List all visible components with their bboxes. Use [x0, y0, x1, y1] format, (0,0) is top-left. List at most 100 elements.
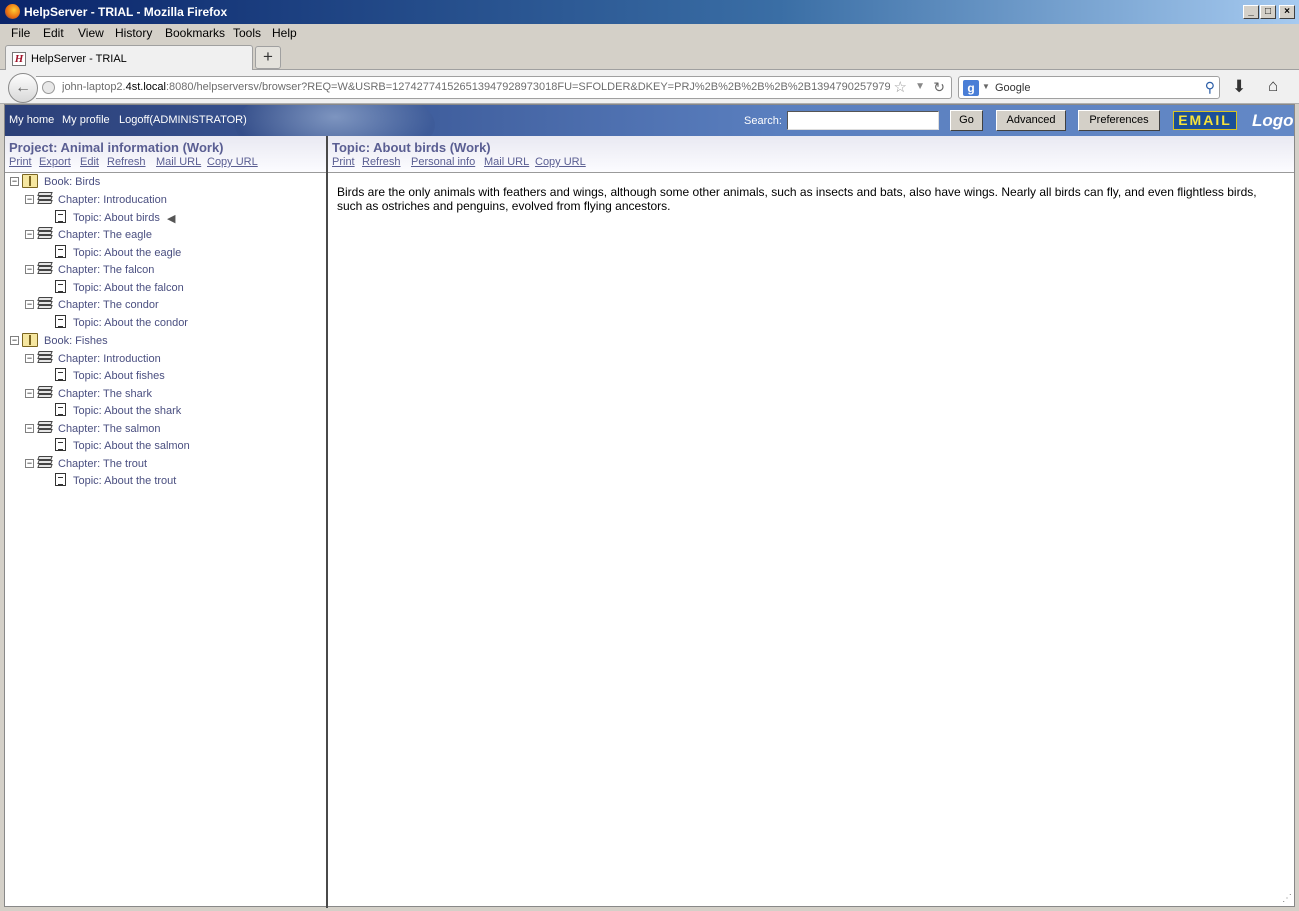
tree-node-topic[interactable]: Topic: About the eagle: [5, 245, 325, 261]
tree-node-label[interactable]: Chapter: The shark: [58, 388, 152, 400]
bookmark-star-icon[interactable]: ☆: [894, 78, 907, 96]
topic-personal-info-link[interactable]: Personal info: [411, 156, 475, 168]
tab-strip: H HelpServer - TRIAL +: [0, 43, 1299, 71]
tree-node-chapter[interactable]: − Chapter: The salmon: [5, 421, 325, 437]
url-dropdown-icon[interactable]: ▼: [915, 81, 925, 92]
tree-node-label[interactable]: Book: Birds: [44, 176, 100, 188]
tree-node-label[interactable]: Chapter: The salmon: [58, 423, 161, 435]
topic-copy-url-link[interactable]: Copy URL: [535, 156, 586, 168]
tree-node-label[interactable]: Topic: About the falcon: [73, 282, 184, 294]
back-button[interactable]: ←: [8, 73, 38, 103]
collapse-toggle-icon[interactable]: −: [25, 354, 34, 363]
tree-node-chapter[interactable]: − Chapter: Introduction: [5, 351, 325, 367]
topic-print-link[interactable]: Print: [332, 156, 355, 168]
tree-node-chapter[interactable]: − Chapter: The trout: [5, 456, 325, 472]
tree-node-label[interactable]: Topic: About the salmon: [73, 440, 190, 452]
collapse-toggle-icon[interactable]: −: [25, 230, 34, 239]
tree-node-label[interactable]: Chapter: Introduction: [58, 353, 161, 365]
menu-view[interactable]: View: [78, 26, 104, 40]
menu-help[interactable]: Help: [272, 26, 297, 40]
engine-dropdown-icon[interactable]: ▼: [982, 82, 990, 91]
reload-icon[interactable]: ↻: [933, 79, 945, 96]
tree-node-topic[interactable]: Topic: About birds ◀: [5, 210, 325, 226]
panel-splitter[interactable]: [326, 136, 328, 908]
close-button[interactable]: ×: [1279, 5, 1295, 19]
menu-tools[interactable]: Tools: [233, 26, 261, 40]
tree-node-topic[interactable]: Topic: About the condor: [5, 315, 325, 331]
tree-node-chapter[interactable]: − Chapter: Introducation: [5, 192, 325, 208]
search-label: Search:: [744, 115, 782, 127]
collapse-toggle-icon[interactable]: −: [25, 389, 34, 398]
tree-node-topic[interactable]: Topic: About the shark: [5, 403, 325, 419]
topic-refresh-link[interactable]: Refresh: [362, 156, 401, 168]
collapse-toggle-icon[interactable]: −: [25, 424, 34, 433]
tree-node-label[interactable]: Chapter: The falcon: [58, 264, 154, 276]
tree-node-topic[interactable]: Topic: About the salmon: [5, 438, 325, 454]
tree-node-label[interactable]: Topic: About fishes: [73, 370, 165, 382]
tree-node-label[interactable]: Chapter: The condor: [58, 299, 159, 311]
menu-history[interactable]: History: [115, 26, 152, 40]
preferences-button[interactable]: Preferences: [1078, 110, 1160, 131]
tree-node-chapter[interactable]: − Chapter: The eagle: [5, 227, 325, 243]
tree-node-label[interactable]: Chapter: The trout: [58, 458, 147, 470]
current-topic-arrow-icon: ◀: [167, 213, 176, 225]
project-mail-url-link[interactable]: Mail URL: [156, 156, 201, 168]
url-bar[interactable]: john-laptop2.4st.local:8080/helpserversv…: [36, 76, 952, 99]
project-copy-url-link[interactable]: Copy URL: [207, 156, 258, 168]
resize-grip-icon[interactable]: ⋰: [1282, 893, 1292, 904]
tree-node-label[interactable]: Topic: About the condor: [73, 317, 188, 329]
tree-node-book[interactable]: − Book: Birds: [5, 174, 325, 190]
tree-node-chapter[interactable]: − Chapter: The shark: [5, 386, 325, 402]
tree-node-label[interactable]: Topic: About birds: [73, 212, 160, 224]
menu-edit[interactable]: Edit: [43, 26, 64, 40]
collapse-toggle-icon[interactable]: −: [25, 265, 34, 274]
new-tab-button[interactable]: +: [255, 46, 281, 69]
tab-helpserver[interactable]: H HelpServer - TRIAL: [5, 45, 253, 71]
tree-node-topic[interactable]: Topic: About the trout: [5, 473, 325, 489]
menu-bookmarks[interactable]: Bookmarks: [165, 26, 225, 40]
collapse-toggle-icon[interactable]: −: [25, 300, 34, 309]
advanced-button[interactable]: Advanced: [996, 110, 1066, 131]
project-edit-link[interactable]: Edit: [80, 156, 99, 168]
tree-node-label[interactable]: Book: Fishes: [44, 335, 108, 347]
project-refresh-link[interactable]: Refresh: [107, 156, 146, 168]
google-icon[interactable]: g: [963, 80, 979, 96]
collapse-toggle-icon[interactable]: −: [25, 459, 34, 468]
tree-node-label[interactable]: Chapter: Introducation: [58, 194, 167, 206]
home-icon[interactable]: ⌂: [1268, 76, 1278, 96]
project-print-link[interactable]: Print: [9, 156, 32, 168]
tree-node-label[interactable]: Topic: About the trout: [73, 475, 176, 487]
search-input[interactable]: [787, 111, 939, 130]
logoff-link[interactable]: Logoff(ADMINISTRATOR): [119, 114, 247, 126]
tree-node-topic[interactable]: Topic: About the falcon: [5, 280, 325, 296]
topic-mail-url-link[interactable]: Mail URL: [484, 156, 529, 168]
tree-node-label[interactable]: Topic: About the shark: [73, 405, 181, 417]
tree-node-chapter[interactable]: − Chapter: The falcon: [5, 262, 325, 278]
maximize-button[interactable]: □: [1260, 5, 1276, 19]
download-icon[interactable]: ⬇: [1232, 77, 1246, 97]
tree-node-label[interactable]: Chapter: The eagle: [58, 229, 152, 241]
tree-node-topic[interactable]: Topic: About fishes: [5, 368, 325, 384]
tree-node-label[interactable]: Topic: About the eagle: [73, 247, 181, 259]
collapse-toggle-icon[interactable]: −: [10, 177, 19, 186]
collapse-toggle-icon[interactable]: −: [10, 336, 19, 345]
project-export-link[interactable]: Export: [39, 156, 71, 168]
collapse-toggle-icon[interactable]: −: [25, 195, 34, 204]
minimize-button[interactable]: _: [1243, 5, 1259, 19]
magnifier-icon[interactable]: ⚲: [1205, 79, 1215, 96]
my-profile-link[interactable]: My profile: [62, 114, 110, 126]
url-text[interactable]: john-laptop2.4st.local:8080/helpserversv…: [62, 81, 890, 93]
header-globe-art: [235, 105, 435, 136]
my-home-link[interactable]: My home: [9, 114, 54, 126]
chapter-stack-icon: [37, 297, 53, 310]
email-button[interactable]: EMAIL: [1173, 111, 1237, 130]
search-engine-bar[interactable]: g ▼ Google ⚲: [958, 76, 1220, 99]
menu-file[interactable]: File: [11, 26, 30, 40]
chapter-stack-icon: [37, 456, 53, 469]
go-button[interactable]: Go: [950, 110, 983, 131]
topic-title: Topic: About birds (Work): [332, 140, 491, 155]
tree-node-chapter[interactable]: − Chapter: The condor: [5, 297, 325, 313]
tree-node-book[interactable]: − Book: Fishes: [5, 333, 325, 349]
chapter-stack-icon: [37, 351, 53, 364]
chapter-stack-icon: [37, 386, 53, 399]
